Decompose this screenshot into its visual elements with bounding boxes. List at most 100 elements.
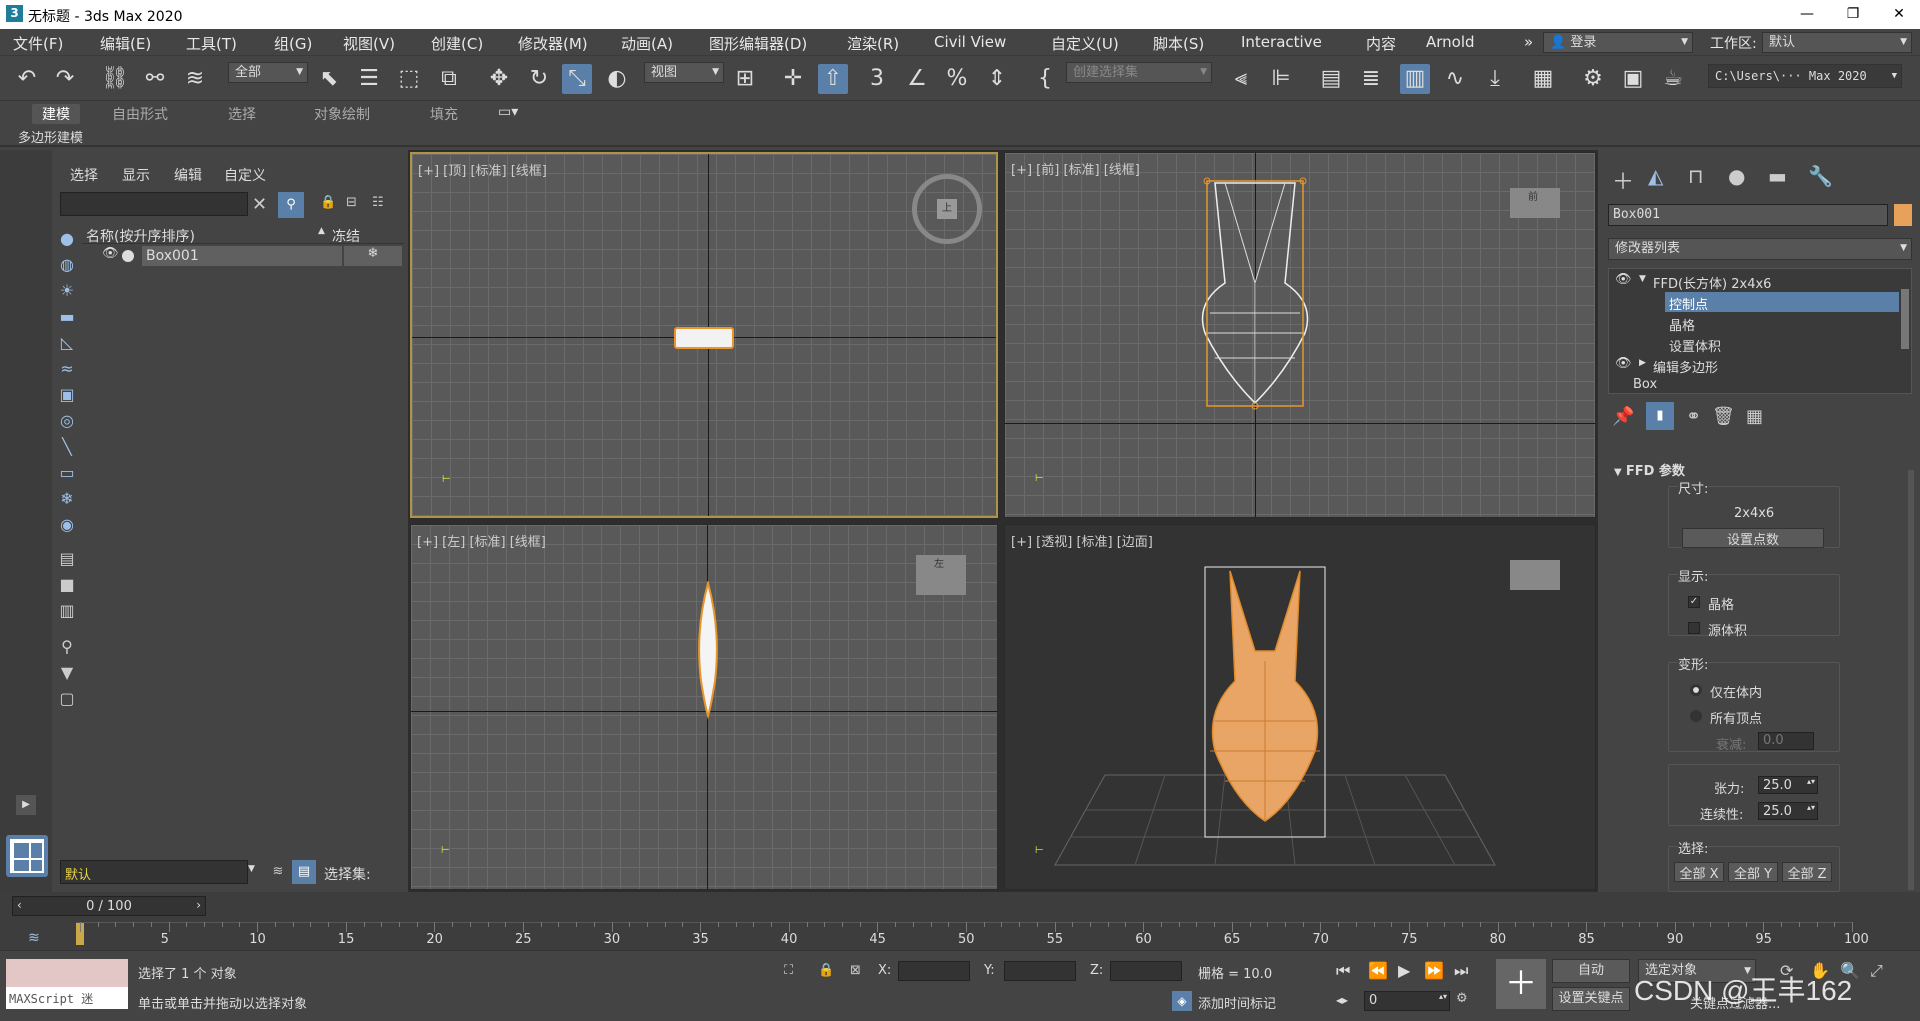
spinner-arrows-icon[interactable]: ▴▾ [1439,992,1447,1001]
set-points-button[interactable]: 设置点数 [1682,528,1824,548]
menu-modifiers[interactable]: 修改器(M) [518,33,588,54]
tab-populate[interactable]: 填充 [430,104,458,124]
workspace-dropdown[interactable]: 默认 ▼ [1762,32,1912,53]
falloff-spinner[interactable]: 0.0 [1758,732,1814,750]
unlink-icon[interactable]: ⚯ [140,64,170,94]
expand-arrow-icon[interactable]: ▶ [16,795,36,815]
filter-hidden-icon[interactable]: ◉ [56,514,78,536]
viewport-label[interactable]: [+] [左] [标准] [线框] [417,531,546,550]
render-setup-icon[interactable]: ⚙ [1578,64,1608,94]
selection-lock-icon[interactable]: 🔒 [818,963,834,978]
spinner-arrows-icon[interactable]: ▴▾ [1807,777,1815,786]
menu-more[interactable]: » [1524,33,1533,51]
explorer-menu-customize[interactable]: 自定义 [224,165,266,185]
viewcube-top[interactable]: 上 [912,174,982,244]
stack-item-box[interactable]: Box [1609,376,1899,394]
close-button[interactable]: ✕ [1876,0,1920,29]
menu-customize[interactable]: 自定义(U) [1051,33,1119,54]
explorer-menu-display[interactable]: 显示 [122,165,150,185]
folder-icon[interactable]: ▢ [56,688,78,710]
stack-scrollbar[interactable] [1901,289,1909,349]
sort-icon[interactable]: ☷ [372,195,384,210]
filter-helpers-icon[interactable]: ◺ [56,332,78,354]
freeze-snowflake-icon[interactable]: ❄ [344,246,402,266]
select-all-y-button[interactable]: 全部 Y [1728,862,1778,882]
utilities-tab-icon[interactable]: 🔧 [1808,164,1833,188]
menu-tools[interactable]: 工具(T) [186,33,237,54]
stack-item-lattice[interactable]: 晶格 [1665,313,1899,334]
previous-frame-icon[interactable]: ⏪ [1368,961,1388,980]
select-all-z-button[interactable]: 全部 Z [1782,862,1832,882]
next-frame-icon[interactable]: ⏩ [1424,961,1444,980]
schematic-view-icon[interactable]: ⤓ [1480,64,1510,94]
time-config-icon[interactable]: ⚙ [1456,991,1468,1006]
tab-freeform[interactable]: 自由形式 [112,104,168,124]
visibility-eye-icon[interactable]: 👁 [102,246,119,261]
filter-spacewarps-icon[interactable]: ≈ [56,358,78,380]
menu-scripting[interactable]: 脚本(S) [1153,33,1204,54]
menu-arnold[interactable]: Arnold [1426,33,1475,51]
column-name[interactable]: 名称(按升序排序) [86,226,195,246]
mirror-icon[interactable]: ⫷ [1226,64,1256,94]
menu-create[interactable]: 创建(C) [431,33,483,54]
menu-civil-view[interactable]: Civil View [934,33,1006,51]
filter-groups-icon[interactable]: ▣ [56,384,78,406]
source-volume-checkbox[interactable] [1688,622,1700,634]
layer-explorer-icon[interactable]: ≣ [1356,64,1386,94]
scale-icon[interactable]: ⤡ [562,64,592,94]
ribbon-poly-modeling[interactable]: 多边形建模 [18,127,83,146]
menu-rendering[interactable]: 渲染(R) [847,33,899,54]
maximize-viewport-icon[interactable]: ⤢ [1870,961,1883,981]
time-slider-next-icon[interactable]: › [196,898,201,912]
stack-item-edit-poly[interactable]: 👁 ▶ 编辑多边形 [1609,355,1899,376]
motion-tab-icon[interactable]: ● [1728,164,1745,188]
rotate-icon[interactable]: ↻ [524,64,554,94]
percent-snap-icon[interactable]: % [942,64,972,94]
bind-spacewarp-icon[interactable]: ≋ [180,64,210,94]
only-in-volume-radio[interactable] [1690,684,1702,696]
current-frame-field[interactable]: 0 ▴▾ [1364,991,1450,1011]
viewport-top[interactable]: [+] [顶] [标准] [线框] 上 ⊢ [410,152,998,518]
select-by-name-icon[interactable]: ☰ [354,64,384,94]
configure-modifier-sets-icon[interactable]: ▦ [1746,406,1763,427]
tree-row-box001[interactable]: 👁 Box001 ❄ [82,246,404,266]
viewport-left[interactable]: [+] [左] [标准] [线框] 左 ⊢ [410,524,998,890]
layers-icon[interactable]: ≋ [266,860,290,884]
select-manipulate-icon[interactable]: ✛ [778,64,808,94]
filter-icon[interactable]: ⚲ [278,192,304,218]
material-editor-icon[interactable]: ▦ [1528,64,1558,94]
move-icon[interactable]: ✥ [484,64,514,94]
object-color-swatch[interactable] [1894,204,1912,226]
layer-dropdown[interactable]: 默认 [60,860,248,884]
filter-geometry-icon[interactable]: ● [56,228,78,250]
object-front-view[interactable] [1185,173,1325,413]
angle-snap-icon[interactable]: ∠ [902,64,932,94]
viewcube-perspective[interactable] [1510,560,1560,590]
column-freeze[interactable]: 冻结 [332,226,360,246]
viewcube-left[interactable]: 左 [916,555,966,595]
maxscript-input[interactable]: MAXScript 迷 [6,987,128,1009]
keyboard-shortcut-override-icon[interactable]: ⇧ [818,64,848,94]
maximize-button[interactable]: ❐ [1830,0,1876,29]
expand-arrow-icon[interactable]: ▶ [1639,358,1646,368]
visibility-eye-icon[interactable]: 👁 [1615,272,1632,287]
add-time-tag[interactable]: 添加时间标记 [1198,993,1276,1012]
modify-tab-icon[interactable]: ◭ [1648,164,1663,188]
time-slider[interactable]: ‹ 0 / 100 › [12,896,206,916]
go-to-start-icon[interactable]: ⏮ [1336,961,1350,981]
isolate-icon[interactable]: ⛶ [784,963,793,978]
object-name-field[interactable]: Box001 [1608,204,1888,226]
set-key-button[interactable]: 设置关键点 [1552,987,1630,1011]
rollout-header[interactable]: ▼ FFD 参数 [1614,460,1685,479]
x-coordinate-field[interactable] [898,961,970,981]
y-coordinate-field[interactable] [1004,961,1076,981]
object-perspective-view[interactable] [1195,561,1335,861]
undo-icon[interactable]: ↶ [12,64,42,94]
hierarchy-icon[interactable]: ⊟ [346,195,357,210]
selection-filter-dropdown[interactable]: 全部 ▼ [228,62,308,83]
viewcube-front[interactable]: 前 [1510,188,1560,218]
menu-content[interactable]: 内容 [1366,33,1396,54]
lock-icon[interactable]: 🔒 [320,195,336,210]
spinner-arrows-icon[interactable]: ▴▾ [1807,803,1815,812]
display-all-icon[interactable]: ▤ [56,548,78,570]
